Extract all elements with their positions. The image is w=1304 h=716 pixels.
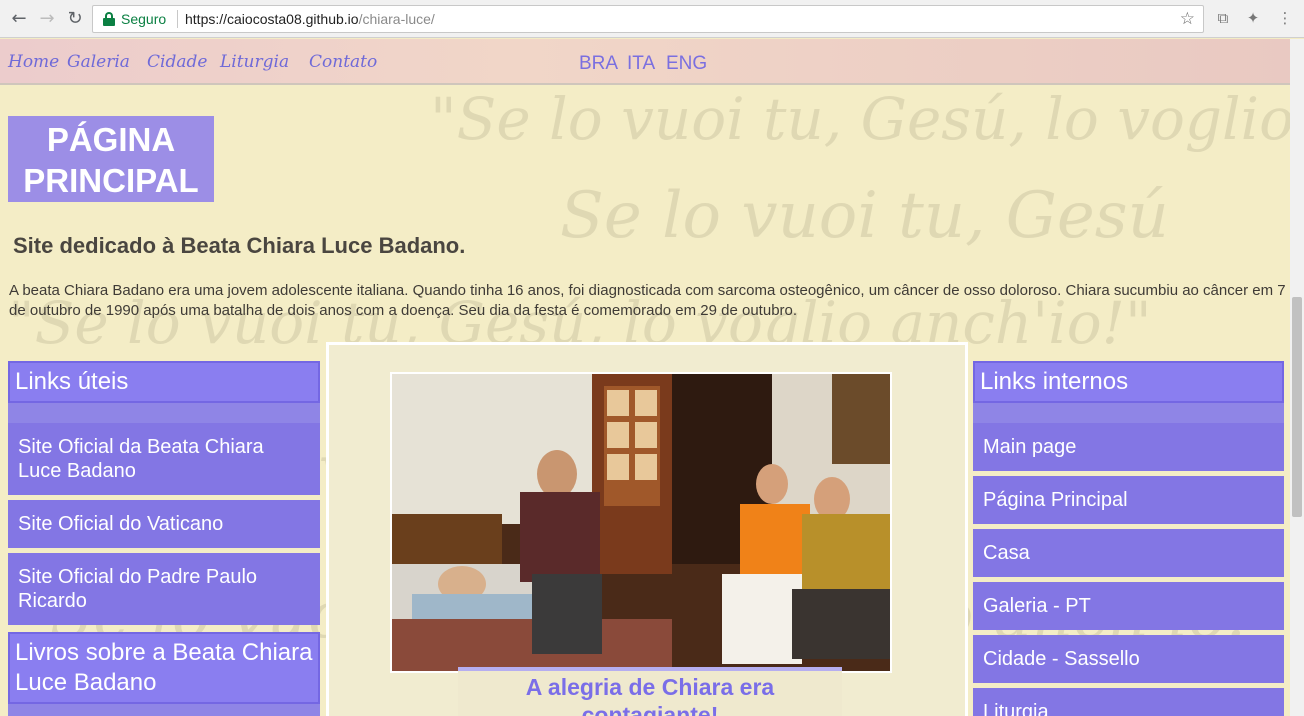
browser-toolbar: ← → ↻ Seguro https://caiocosta08.github.… bbox=[0, 0, 1304, 38]
books-title: Livros sobre a Beata Chiara Luce Badano bbox=[8, 632, 320, 704]
books-sidebar: Livros sobre a Beata Chiara Luce Badano bbox=[8, 632, 320, 716]
background-script-line: "Se lo vuoi tu, Gesú, lo voglio anch'io!… bbox=[430, 85, 1290, 153]
address-divider bbox=[177, 10, 178, 28]
url-host: https://caiocosta08.github.io bbox=[185, 11, 359, 27]
address-bar[interactable]: Seguro https://caiocosta08.github.io/chi… bbox=[92, 5, 1204, 33]
page-title-line1: PÁGINA bbox=[46, 121, 176, 158]
link-padre-paulo[interactable]: Site Oficial do Padre Paulo Ricardo bbox=[8, 553, 320, 625]
menu-kebab-icon[interactable]: ⋮ bbox=[1276, 9, 1294, 27]
chiara-photo bbox=[390, 372, 892, 673]
page-title-line2: PRINCIPAL bbox=[23, 162, 199, 199]
link-pagina-principal[interactable]: Página Principal bbox=[973, 476, 1284, 524]
photo-caption: A alegria de Chiara era contagiante! bbox=[458, 667, 842, 716]
lang-bra[interactable]: BRA bbox=[579, 53, 618, 75]
useful-links-title: Links úteis bbox=[8, 361, 320, 403]
extension-icon[interactable]: ⧉ bbox=[1214, 9, 1232, 27]
link-liturgia[interactable]: Liturgia bbox=[973, 688, 1284, 716]
page-title: PÁGINA PRINCIPAL bbox=[8, 116, 214, 202]
intro-paragraph: A beata Chiara Badano era uma jovem adol… bbox=[9, 282, 1286, 319]
page-scrollbar[interactable] bbox=[1290, 39, 1304, 716]
forward-arrow-icon[interactable]: → bbox=[36, 8, 58, 30]
sidebar-spacer bbox=[8, 403, 320, 423]
scrollbar-thumb[interactable] bbox=[1292, 297, 1302, 517]
url-text[interactable]: https://caiocosta08.github.io/chiara-luc… bbox=[185, 11, 435, 27]
link-chiara-official[interactable]: Site Oficial da Beata Chiara Luce Badano bbox=[8, 423, 320, 495]
extension-puzzle-icon[interactable]: ✦ bbox=[1244, 9, 1262, 27]
lock-icon bbox=[103, 12, 115, 26]
link-galeria-pt[interactable]: Galeria - PT bbox=[973, 582, 1284, 630]
sidebar-spacer bbox=[973, 403, 1284, 423]
link-main-page[interactable]: Main page bbox=[973, 423, 1284, 471]
internal-links-title: Links internos bbox=[973, 361, 1284, 403]
background-script-line: Se lo vuoi tu, Gesú bbox=[560, 179, 1169, 253]
link-cidade-sassello[interactable]: Cidade - Sassello bbox=[973, 635, 1284, 683]
url-path: /chiara-luce/ bbox=[358, 11, 435, 27]
nav-contato[interactable]: Contato bbox=[309, 52, 377, 72]
photo-illustration bbox=[392, 374, 890, 671]
nav-cidade[interactable]: Cidade bbox=[147, 52, 207, 72]
lang-eng[interactable]: ENG bbox=[666, 53, 707, 75]
internal-links-sidebar: Links internos Main page Página Principa… bbox=[973, 361, 1284, 716]
reload-icon[interactable]: ↻ bbox=[64, 8, 86, 30]
top-navigation-bar: Home Galeria Cidade Liturgia Contato BRA… bbox=[0, 39, 1290, 85]
link-vatican[interactable]: Site Oficial do Vaticano bbox=[8, 500, 320, 548]
page-viewport: "Se lo vuoi tu, Gesú, lo voglio anch'io!… bbox=[0, 39, 1290, 716]
secure-label: Seguro bbox=[121, 11, 167, 27]
nav-liturgia[interactable]: Liturgia bbox=[220, 52, 289, 72]
page-subtitle: Site dedicado à Beata Chiara Luce Badano… bbox=[13, 233, 466, 258]
sidebar-spacer bbox=[8, 704, 320, 716]
useful-links-sidebar: Links úteis Site Oficial da Beata Chiara… bbox=[8, 361, 320, 630]
link-casa[interactable]: Casa bbox=[973, 529, 1284, 577]
lang-ita[interactable]: ITA bbox=[627, 53, 655, 75]
nav-galeria[interactable]: Galeria bbox=[67, 52, 130, 72]
nav-home[interactable]: Home bbox=[8, 52, 59, 72]
bookmark-star-icon[interactable]: ☆ bbox=[1180, 9, 1195, 29]
back-arrow-icon[interactable]: ← bbox=[8, 8, 30, 30]
